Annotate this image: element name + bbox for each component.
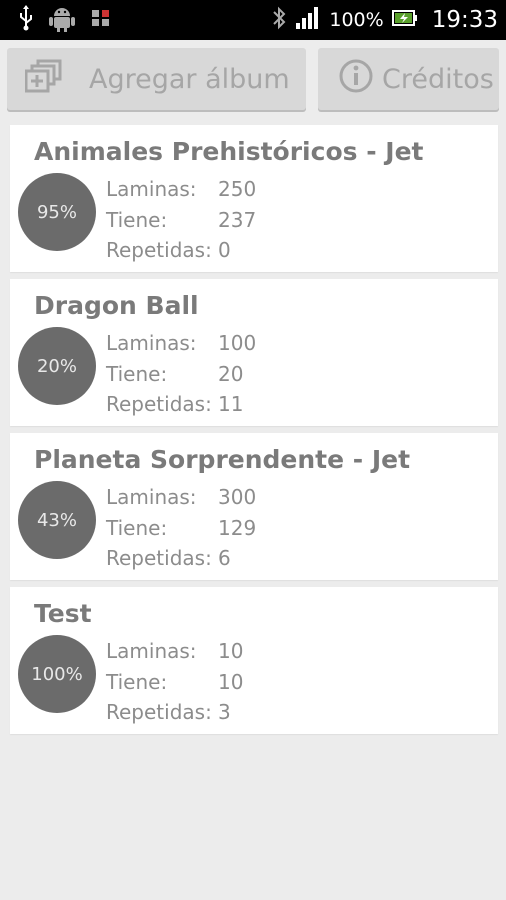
bluetooth-icon bbox=[271, 5, 287, 35]
album-stats: Laminas: 250 Tiene: 237 Repetidas: 0 bbox=[106, 174, 306, 266]
stat-label-repetidas: Repetidas: bbox=[106, 546, 212, 570]
add-album-button[interactable]: Agregar álbum bbox=[7, 48, 306, 110]
stat-row-laminas: Laminas: 300 bbox=[106, 482, 306, 513]
stat-row-laminas: Laminas: 10 bbox=[106, 636, 306, 667]
album-card[interactable]: Test 100% Laminas: 10 Tiene: 10 Repetida… bbox=[10, 587, 498, 734]
completion-badge: 100% bbox=[18, 635, 96, 713]
album-title: Planeta Sorprendente - Jet bbox=[34, 445, 411, 474]
status-bar-notifications bbox=[18, 4, 112, 36]
stat-value-laminas: 100 bbox=[218, 331, 257, 355]
stat-row-tiene: Tiene: 10 bbox=[106, 667, 306, 698]
album-card[interactable]: Animales Prehistóricos - Jet 95% Laminas… bbox=[10, 125, 498, 272]
stat-row-tiene: Tiene: 237 bbox=[106, 205, 306, 236]
credits-button[interactable]: Créditos bbox=[318, 48, 499, 110]
stat-label-repetidas: Repetidas: bbox=[106, 392, 212, 416]
battery-percent: 100% bbox=[329, 9, 384, 31]
stat-row-repetidas: Repetidas: 3 bbox=[106, 697, 306, 728]
stat-label-repetidas: Repetidas: bbox=[106, 238, 212, 262]
stat-row-tiene: Tiene: 129 bbox=[106, 513, 306, 544]
stat-value-laminas: 300 bbox=[218, 485, 257, 509]
stat-label-laminas: Laminas: bbox=[106, 485, 197, 509]
battery-charging-icon bbox=[391, 8, 418, 32]
completion-badge: 20% bbox=[18, 327, 96, 405]
stat-label-tiene: Tiene: bbox=[106, 207, 168, 232]
album-stats: Laminas: 100 Tiene: 20 Repetidas: 11 bbox=[106, 328, 306, 420]
album-list: Animales Prehistóricos - Jet 95% Laminas… bbox=[10, 125, 498, 741]
stat-value-tiene: 20 bbox=[218, 361, 244, 386]
stat-value-laminas: 250 bbox=[218, 177, 257, 201]
status-bar: 100% 19:33 bbox=[0, 0, 506, 40]
stat-value-repetidas: 0 bbox=[218, 238, 231, 262]
stat-value-tiene: 10 bbox=[218, 669, 244, 694]
stat-label-laminas: Laminas: bbox=[106, 639, 197, 663]
stat-row-tiene: Tiene: 20 bbox=[106, 359, 306, 390]
album-stats: Laminas: 300 Tiene: 129 Repetidas: 6 bbox=[106, 482, 306, 574]
add-album-icon bbox=[24, 59, 63, 100]
credits-label: Créditos bbox=[382, 63, 494, 95]
stat-row-repetidas: Repetidas: 6 bbox=[106, 543, 306, 574]
android-debug-icon bbox=[48, 4, 76, 36]
stat-label-tiene: Tiene: bbox=[106, 515, 168, 540]
sim-icon bbox=[90, 7, 112, 33]
action-toolbar: Agregar álbum Créditos bbox=[0, 40, 506, 118]
album-stats: Laminas: 10 Tiene: 10 Repetidas: 3 bbox=[106, 636, 306, 728]
stat-label-laminas: Laminas: bbox=[106, 177, 197, 201]
stat-row-laminas: Laminas: 100 bbox=[106, 328, 306, 359]
status-bar-system: 100% 19:33 bbox=[271, 4, 498, 36]
completion-badge: 95% bbox=[18, 173, 96, 251]
completion-badge: 43% bbox=[18, 481, 96, 559]
clock: 19:33 bbox=[431, 7, 498, 33]
stat-value-repetidas: 3 bbox=[218, 700, 231, 724]
album-title: Test bbox=[34, 599, 92, 628]
album-card[interactable]: Planeta Sorprendente - Jet 43% Laminas: … bbox=[10, 433, 498, 580]
stat-label-tiene: Tiene: bbox=[106, 669, 168, 694]
signal-icon bbox=[295, 6, 321, 34]
stat-label-laminas: Laminas: bbox=[106, 331, 197, 355]
album-card[interactable]: Dragon Ball 20% Laminas: 100 Tiene: 20 R… bbox=[10, 279, 498, 426]
stat-row-repetidas: Repetidas: 11 bbox=[106, 389, 306, 420]
stat-row-laminas: Laminas: 250 bbox=[106, 174, 306, 205]
album-title: Dragon Ball bbox=[34, 291, 199, 320]
stat-value-tiene: 237 bbox=[218, 207, 257, 232]
usb-icon bbox=[18, 5, 34, 35]
stat-value-repetidas: 11 bbox=[218, 392, 244, 416]
stat-label-repetidas: Repetidas: bbox=[106, 700, 212, 724]
stat-row-repetidas: Repetidas: 0 bbox=[106, 235, 306, 266]
add-album-label: Agregar álbum bbox=[89, 63, 290, 95]
stat-value-repetidas: 6 bbox=[218, 546, 231, 570]
info-icon bbox=[338, 58, 374, 101]
stat-value-tiene: 129 bbox=[218, 515, 257, 540]
album-title: Animales Prehistóricos - Jet bbox=[34, 137, 424, 166]
stat-value-laminas: 10 bbox=[218, 639, 244, 663]
stat-label-tiene: Tiene: bbox=[106, 361, 168, 386]
